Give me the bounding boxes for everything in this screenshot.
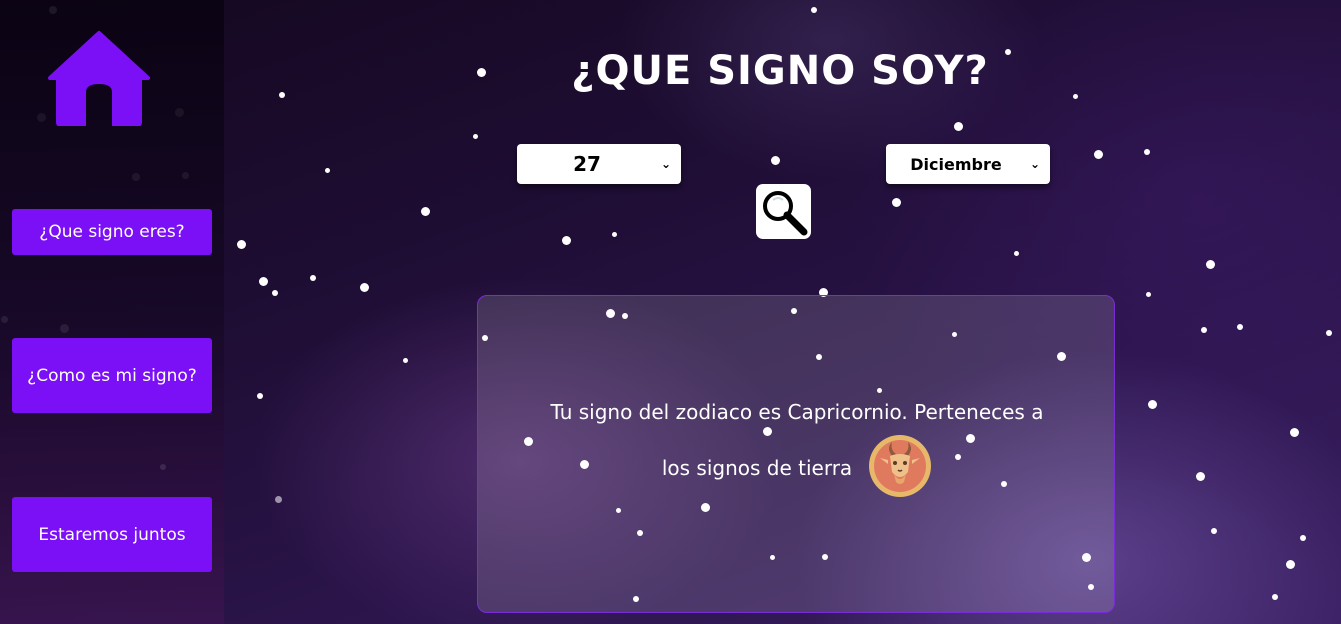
- magnifier-icon: [762, 190, 807, 235]
- result-text: Tu signo del zodiaco es Capricornio. Per…: [550, 400, 1044, 480]
- sidebar: ¿Que signo eres? ¿Como es mi signo? Esta…: [0, 0, 224, 624]
- page: ¿Que signo eres? ¿Como es mi signo? Esta…: [0, 0, 1341, 624]
- chevron-down-icon: ⌄: [660, 157, 672, 171]
- nav-que-signo-eres-button[interactable]: ¿Que signo eres?: [12, 209, 212, 255]
- day-select-value: 27: [573, 152, 601, 176]
- chevron-down-icon: ⌄: [1029, 157, 1041, 171]
- result-panel: Tu signo del zodiaco es Capricornio. Per…: [477, 295, 1115, 613]
- search-button[interactable]: [756, 184, 811, 239]
- page-title: ¿QUE SIGNO SOY?: [571, 48, 989, 94]
- nav-como-es-mi-signo-label: ¿Como es mi signo?: [27, 365, 197, 386]
- month-select-value: Diciembre: [910, 154, 1002, 174]
- result-content: Tu signo del zodiaco es Capricornio. Per…: [538, 384, 1056, 498]
- day-select[interactable]: 27 ⌄: [517, 144, 681, 184]
- month-select[interactable]: Diciembre ⌄: [886, 144, 1050, 184]
- nav-como-es-mi-signo-button[interactable]: ¿Como es mi signo?: [12, 338, 212, 413]
- capricorn-goat-icon: [868, 434, 932, 498]
- nav-que-signo-eres-label: ¿Que signo eres?: [39, 222, 185, 242]
- nav-estaremos-juntos-button[interactable]: Estaremos juntos: [12, 497, 212, 572]
- nav-estaremos-juntos-label: Estaremos juntos: [38, 524, 186, 545]
- home-icon[interactable]: [48, 30, 150, 127]
